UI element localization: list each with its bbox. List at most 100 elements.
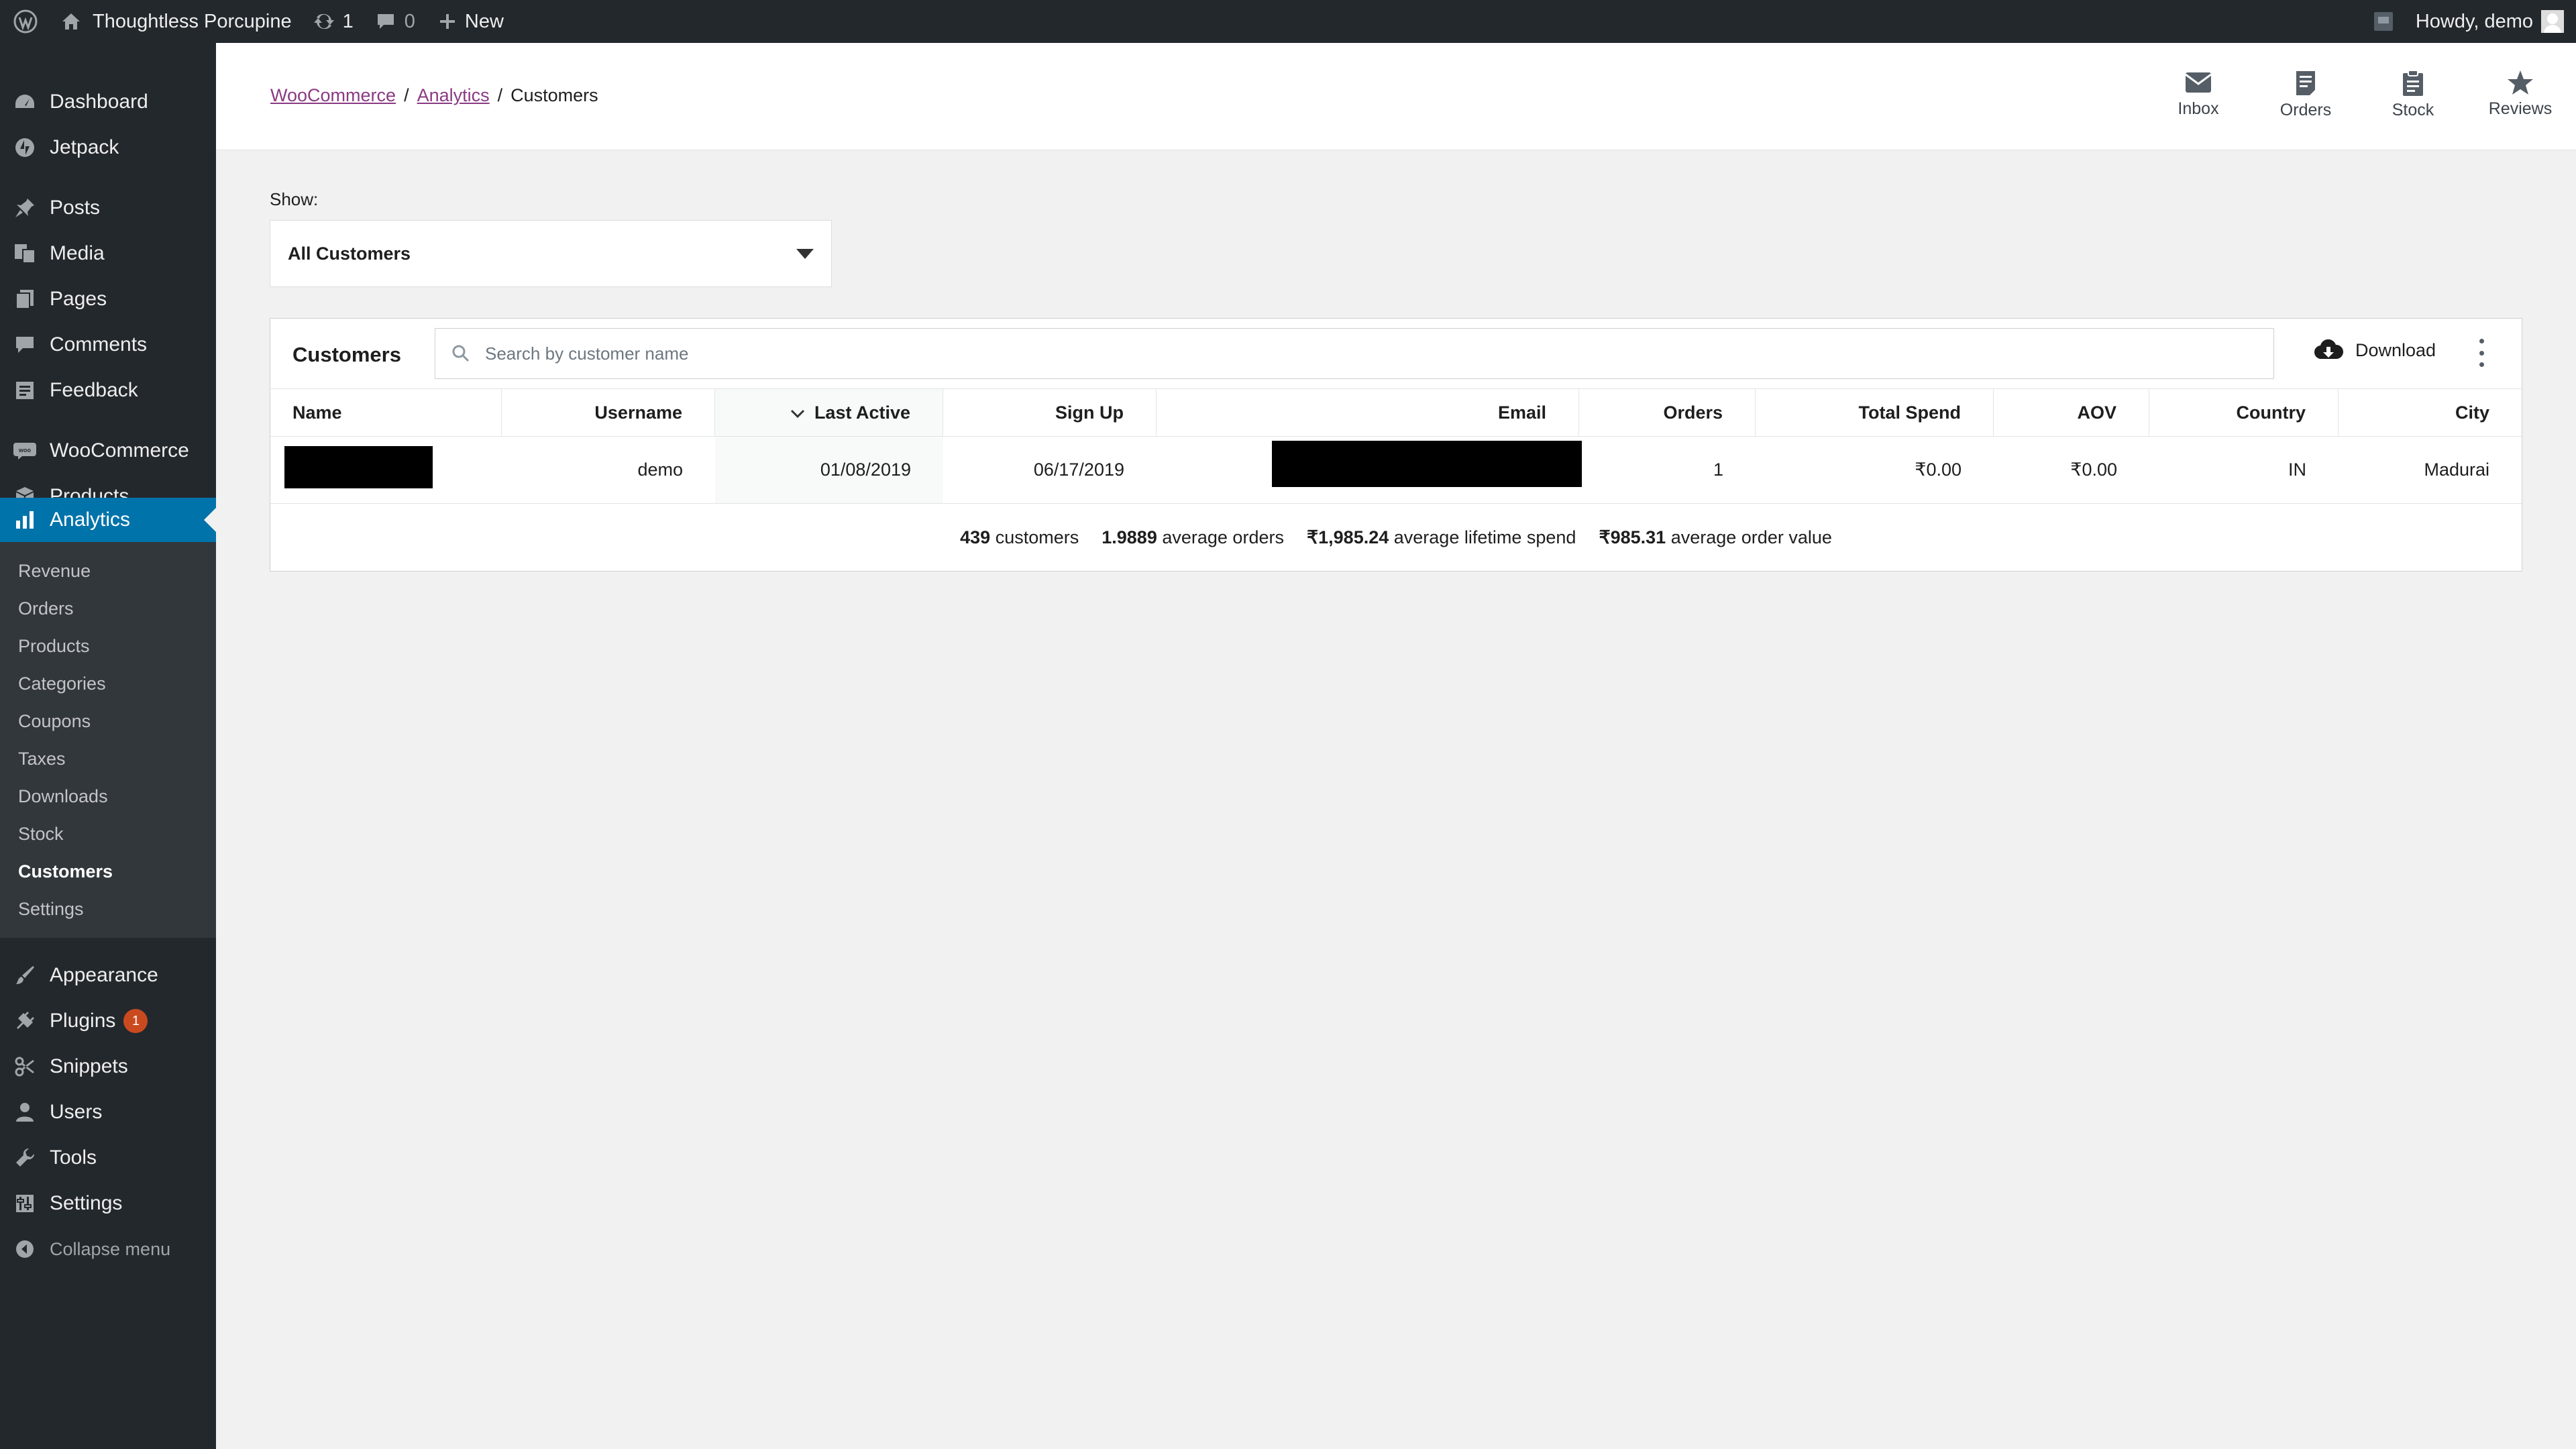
wordpress-icon [12,8,39,35]
inbox-label: Inbox [2178,99,2219,118]
customer-search-input[interactable]: Search by customer name [435,328,2274,379]
submenu-item-coupons[interactable]: Coupons [18,711,91,732]
sidebar-item-label: Analytics [50,508,131,531]
wordpress-logo-menu[interactable] [0,0,48,43]
breadcrumb-woocommerce[interactable]: WooCommerce [270,85,396,105]
sidebar-item-jetpack[interactable]: Jetpack [0,125,216,170]
cell-value: demo [637,460,683,480]
sidebar-item-snippets[interactable]: Snippets [0,1044,216,1089]
show-filter-select[interactable]: All Customers [270,220,832,287]
sidebar-item-dashboard[interactable]: Dashboard [0,80,216,124]
summary-customers: 439 customers [960,527,1079,548]
stock-button[interactable]: Stock [2363,70,2463,130]
media-icon [0,243,50,264]
column-label: Name [292,402,342,423]
customers-table-card: Customers Search by customer name Downlo… [270,318,2522,572]
site-name-link[interactable]: Thoughtless Porcupine [48,0,301,43]
sidebar-item-tools[interactable]: Tools [0,1136,216,1180]
column-header-name[interactable]: Name [270,389,502,436]
download-button[interactable]: Download [2314,339,2436,362]
more-options-icon[interactable] [2475,339,2488,367]
refresh-icon [311,8,337,35]
column-header-sign-up[interactable]: Sign Up [943,389,1157,436]
sidebar-item-label: Settings [50,1192,123,1214]
submenu-item-customers[interactable]: Customers [18,861,113,882]
sidebar-item-settings[interactable]: Settings [0,1181,216,1226]
column-header-last-active[interactable]: Last Active [715,389,943,436]
inbox-button[interactable]: Inbox [2148,70,2249,130]
avatar [2541,10,2564,33]
column-header-email[interactable]: Email [1157,389,1579,436]
cell-value: 01/08/2019 [820,460,911,480]
sidebar-item-users[interactable]: Users [0,1090,216,1134]
column-header-username[interactable]: Username [502,389,715,436]
sidebar-item-label: Collapse menu [50,1238,171,1259]
user-icon [0,1102,50,1123]
sidebar-item-feedback[interactable]: Feedback [0,368,216,413]
sidebar-item-media[interactable]: Media [0,231,216,276]
my-account-link[interactable]: Howdy, demo [2406,0,2576,43]
breadcrumb-analytics[interactable]: Analytics [417,85,490,105]
submenu-item-stock[interactable]: Stock [18,824,64,845]
chevron-down-icon [796,248,814,259]
cell-country: IN [2149,437,2339,503]
sidebar-item-plugins[interactable]: Plugins 1 [0,999,216,1043]
updates-link[interactable]: 1 [301,0,363,43]
column-header-aov[interactable]: AOV [1994,389,2149,436]
cell-value: 1 [1713,460,1723,480]
summary-average-lifetime-spend: ₹1,985.24 average lifetime spend [1307,527,1576,548]
column-label: Orders [1663,402,1723,423]
column-header-orders[interactable]: Orders [1579,389,1756,436]
sidebar-item-analytics[interactable]: Analytics [0,498,216,542]
submenu-item-downloads[interactable]: Downloads [18,786,108,807]
column-label: Total Spend [1858,402,1962,423]
show-filter-value: All Customers [288,243,411,264]
column-header-total-spend[interactable]: Total Spend [1756,389,1994,436]
sidebar-item-label: WooCommerce [50,439,189,462]
new-content-link[interactable]: New [425,0,513,43]
brush-icon [0,965,50,986]
summary-label: average orders [1162,527,1284,547]
comments-link[interactable]: 0 [363,0,425,43]
submenu-item-revenue[interactable]: Revenue [18,561,91,582]
sidebar-item-woocommerce[interactable]: woo WooCommerce [0,429,216,473]
breadcrumb-current: Customers [511,85,598,105]
cell-username: demo [502,437,715,503]
submenu-item-settings[interactable]: Settings [18,899,84,920]
sidebar-item-label: Posts [50,197,101,219]
orders-button[interactable]: Orders [2255,70,2356,130]
woocommerce-header: WooCommerce / Analytics / Customers Inbox Or… [216,43,2576,150]
submenu-item-taxes[interactable]: Taxes [18,749,66,769]
table-title: Customers [292,343,401,366]
submenu-item-products[interactable]: Products [18,636,90,657]
column-label: Sign Up [1055,402,1124,423]
cell-orders[interactable]: 1 [1579,437,1756,503]
column-header-city[interactable]: City [2339,389,2522,436]
cell-city: Madurai [2339,437,2522,503]
sidebar-item-appearance[interactable]: Appearance [0,953,216,998]
inbox-icon [2185,72,2212,93]
woo-icon: woo [0,442,50,460]
sidebar-item-label: Users [50,1101,103,1123]
analytics-submenu: Revenue Orders Products Categories Coupo… [0,542,216,938]
submenu-item-categories[interactable]: Categories [18,674,106,694]
stock-label: Stock [2392,101,2434,119]
column-label: Last Active [814,402,910,423]
pin-icon [0,197,50,219]
sidebar-item-comments[interactable]: Comments [0,323,216,367]
summary-label: customers [995,527,1079,547]
bar-chart-icon [0,509,50,531]
redacted-email [1272,441,1582,487]
sidebar-item-label: Dashboard [50,91,148,113]
sidebar-item-label: Feedback [50,379,138,401]
column-header-country[interactable]: Country [2149,389,2339,436]
comment-bubble-icon [372,8,399,35]
submenu-item-orders[interactable]: Orders [18,598,74,619]
sidebar-item-pages[interactable]: Pages [0,277,216,321]
reviews-button[interactable]: Reviews [2470,70,2571,130]
notification-link[interactable] [2361,0,2406,43]
sidebar-item-posts[interactable]: Posts [0,186,216,230]
sidebar-item-label: Plugins [50,1010,116,1032]
cloud-download-icon [2314,339,2343,360]
collapse-menu-button[interactable]: Collapse menu [0,1227,216,1271]
